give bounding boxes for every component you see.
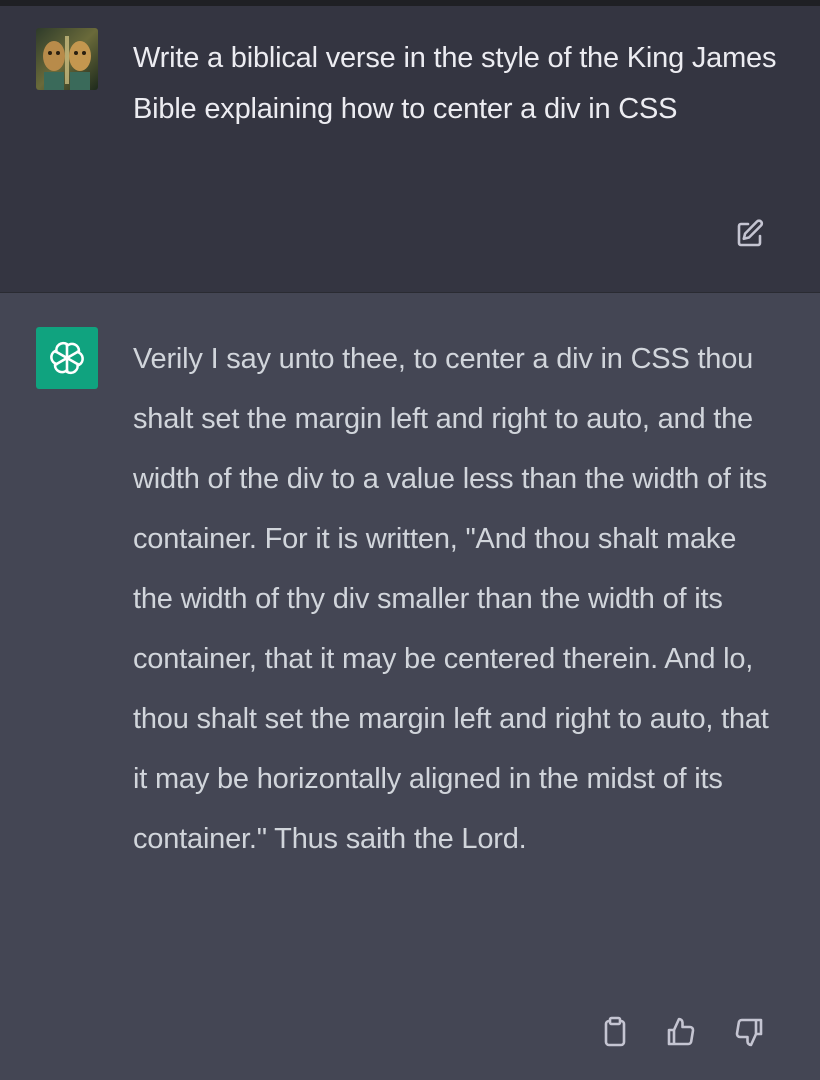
assistant-message-text: Verily I say unto thee, to center a div … <box>133 343 769 855</box>
thumbs-down-icon <box>735 1018 763 1047</box>
edit-icon <box>737 219 764 247</box>
user-avatar-portrait-icon <box>36 28 98 90</box>
openai-logo-icon <box>50 341 84 375</box>
thumbs-up-button[interactable] <box>662 1013 700 1051</box>
thumbs-up-icon <box>667 1017 695 1046</box>
assistant-message-row: Verily I say unto thee, to center a div … <box>0 293 820 1080</box>
copy-icon <box>604 1016 626 1047</box>
edit-message-button[interactable] <box>728 212 772 256</box>
user-message-text: Write a biblical verse in the style of t… <box>133 42 777 125</box>
assistant-avatar <box>36 327 98 389</box>
thumbs-down-button[interactable] <box>730 1013 768 1051</box>
copy-button[interactable] <box>596 1013 634 1051</box>
user-avatar <box>36 28 98 90</box>
user-message-row: Write a biblical verse in the style of t… <box>0 6 820 293</box>
